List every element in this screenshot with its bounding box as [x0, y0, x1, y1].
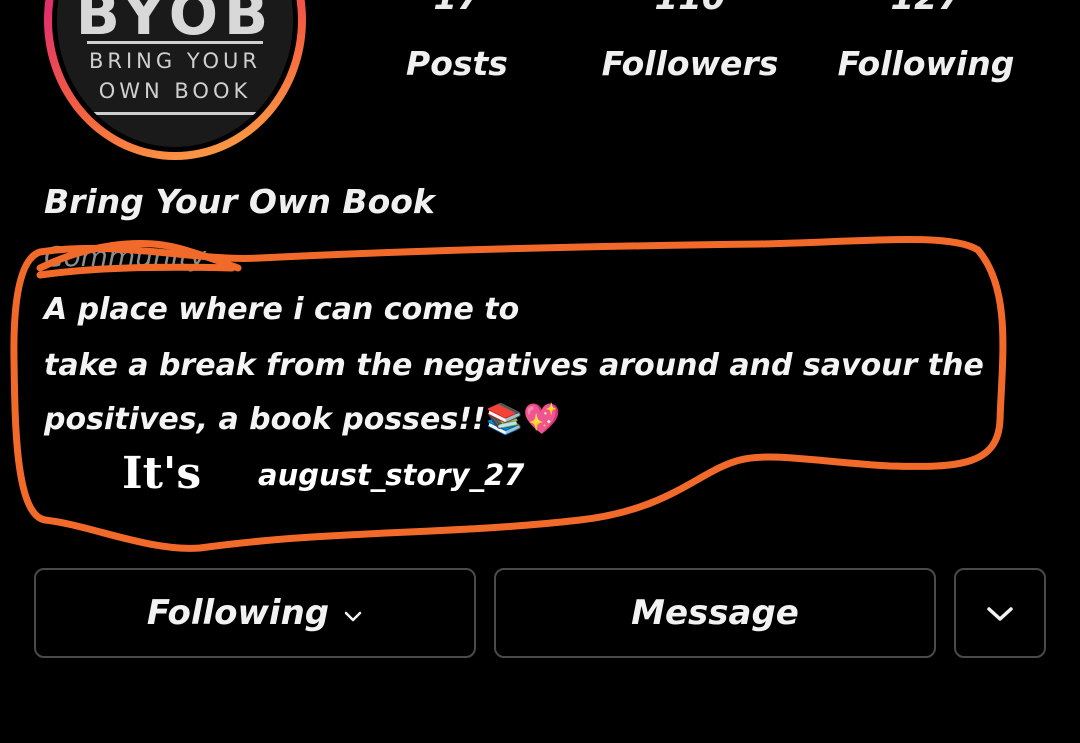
bio-text: positives, a book posses!! [44, 402, 486, 437]
avatar-divider [87, 112, 263, 115]
following-count: 127 [816, 0, 1036, 18]
bio-line: take a break from the negatives around a… [44, 348, 984, 383]
avatar-tagline-2: OWN BOOK [98, 79, 252, 103]
bio-line: A place where i can come to [44, 292, 520, 327]
annotation-username: august_story_27 [258, 458, 525, 492]
avatar-divider [87, 41, 263, 44]
avatar[interactable]: BYOB BRING YOUR OWN BOOK [44, 0, 306, 160]
followers-count: 110 [580, 0, 800, 18]
posts-label: Posts [406, 44, 508, 83]
followers-label: Followers [601, 44, 779, 83]
bio-line: positives, a book posses!!📚💖 [44, 402, 560, 437]
following-button[interactable]: Following [34, 568, 476, 658]
suggested-accounts-button[interactable] [954, 568, 1046, 658]
avatar-tagline-1: BRING YOUR [88, 49, 262, 73]
profile-display-name: Bring Your Own Book [44, 182, 435, 221]
posts-count: 17 [347, 0, 567, 18]
message-button[interactable]: Message [494, 568, 936, 658]
profile-category: Community [44, 240, 207, 273]
following-label: Following [837, 44, 1015, 83]
message-button-label: Message [631, 593, 799, 633]
chevron-down-icon [985, 593, 1015, 633]
avatar-monogram: BYOB [75, 0, 275, 48]
books-heart-emoji: 📚💖 [485, 402, 561, 437]
annotation-prefix: It's [122, 448, 202, 499]
annotation-outline [10, 235, 1007, 552]
chevron-down-icon [343, 593, 363, 633]
avatar-image: BYOB BRING YOUR OWN BOOK [52, 0, 298, 152]
following-button-label: Following [146, 593, 330, 633]
